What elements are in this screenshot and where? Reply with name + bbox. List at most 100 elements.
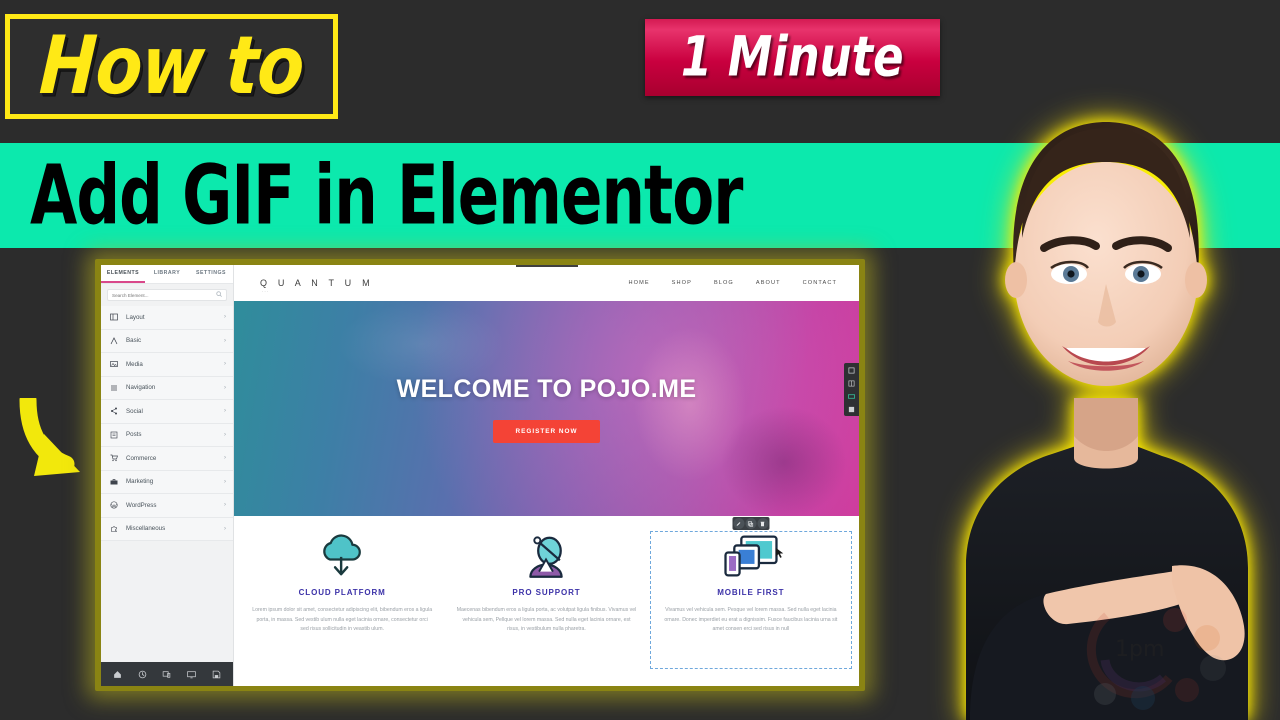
- cloud-download-icon: [316, 530, 368, 582]
- puzzle-icon: [109, 524, 119, 534]
- one-minute-label: 1 Minute: [681, 26, 904, 90]
- site-nav: HOME SHOP BLOG ABOUT CONTACT: [628, 280, 837, 286]
- tab-elements[interactable]: ELEMENTS: [101, 265, 145, 283]
- preview-icon[interactable]: [185, 669, 198, 680]
- chevron-right-icon: ›: [224, 384, 226, 391]
- sidebar-item-wordpress[interactable]: WordPress ›: [101, 494, 233, 518]
- chevron-right-icon: ›: [224, 314, 226, 321]
- chevron-right-icon: ›: [224, 455, 226, 462]
- nav-item-contact[interactable]: CONTACT: [803, 280, 837, 286]
- badge-number: 1: [681, 25, 713, 90]
- feature-body: Maecenas bibendum eros a ligula porta, a…: [456, 607, 637, 633]
- settings-home-icon[interactable]: [111, 669, 124, 680]
- badge-word: Minute: [728, 25, 904, 90]
- sidebar-item-social[interactable]: Social ›: [101, 400, 233, 424]
- sidebar-item-label: WordPress: [126, 501, 157, 509]
- element-category-list: Layout › Basic › Media › Navigation › So…: [101, 306, 233, 662]
- sidebar-item-miscellaneous[interactable]: Miscellaneous ›: [101, 517, 233, 541]
- widget-edit-toolbar: [732, 517, 770, 530]
- hero-section: WELCOME TO POJO.ME REGISTER NOW: [234, 301, 859, 516]
- duplicate-icon[interactable]: [745, 518, 757, 529]
- tab-library[interactable]: LIBRARY: [145, 265, 189, 283]
- feature-title: CLOUD PLATFORM: [298, 588, 386, 597]
- support-person-icon: [520, 530, 572, 582]
- publish-save-icon[interactable]: [210, 669, 223, 680]
- sidebar-item-navigation[interactable]: Navigation ›: [101, 376, 233, 400]
- grid-icon[interactable]: [847, 405, 856, 413]
- mouse-cursor-icon: [775, 546, 784, 564]
- cart-icon: [109, 453, 119, 463]
- share-icon: [109, 406, 119, 416]
- tab-settings[interactable]: SETTINGS: [189, 265, 233, 283]
- chevron-right-icon: ›: [224, 478, 226, 485]
- one-minute-badge: 1 Minute: [645, 19, 940, 96]
- sidebar-item-label: Social: [126, 407, 143, 415]
- sidebar-item-layout[interactable]: Layout ›: [101, 306, 233, 330]
- sidebar-item-media[interactable]: Media ›: [101, 353, 233, 377]
- chevron-right-icon: ›: [224, 361, 226, 368]
- sidebar-item-label: Basic: [126, 337, 142, 345]
- hero-title: WELCOME TO POJO.ME: [396, 374, 697, 403]
- thumbnail-canvas: How to 1 Minute Add GIF in Elementor ELE…: [0, 0, 1280, 720]
- typography-a-icon: [109, 336, 119, 346]
- sidebar-item-commerce[interactable]: Commerce ›: [101, 447, 233, 471]
- search-box[interactable]: [107, 289, 227, 301]
- site-preview: Q U A N T U M ··· HOME SHOP BLOG ABOUT C…: [234, 265, 859, 686]
- sidebar-item-label: Posts: [126, 431, 142, 439]
- sidebar-item-label: Commerce: [126, 454, 157, 462]
- chevron-right-icon: ›: [224, 502, 226, 509]
- edit-pencil-icon[interactable]: [733, 518, 745, 529]
- sidebar-item-label: Media: [126, 360, 143, 368]
- devices-icon: [722, 530, 780, 582]
- how-to-label: How to: [37, 19, 306, 114]
- banner-title: Add GIF in Elementor: [30, 148, 743, 243]
- how-to-badge: How to: [5, 14, 338, 119]
- sidebar-item-basic[interactable]: Basic ›: [101, 329, 233, 353]
- image-icon: [109, 359, 119, 369]
- menu-lines-icon: [109, 383, 119, 393]
- widget-icon[interactable]: [847, 392, 856, 400]
- logo-dots: ···: [262, 289, 269, 294]
- delete-trash-icon[interactable]: [757, 518, 769, 529]
- feature-column-cloud-platform[interactable]: CLOUD PLATFORM Lorem ipsum dolor sit ame…: [240, 530, 444, 670]
- briefcase-icon: [109, 477, 119, 487]
- feature-body: Vivamus vel vehicula sem. Pesque vel lor…: [664, 607, 838, 633]
- site-logo-text: Q U A N T U M: [260, 278, 374, 288]
- site-logo: Q U A N T U M ···: [260, 278, 374, 294]
- responsive-icon[interactable]: [160, 669, 173, 680]
- chevron-right-icon: ›: [224, 337, 226, 344]
- section-icon[interactable]: [847, 366, 856, 374]
- elementor-editor-screenshot: ELEMENTS LIBRARY SETTINGS Layout ›: [101, 265, 859, 686]
- sidebar-item-marketing[interactable]: Marketing ›: [101, 470, 233, 494]
- feature-body: Lorem ipsum dolor sit amet, consectetur …: [252, 607, 433, 633]
- feature-column-pro-support[interactable]: PRO SUPPORT Maecenas bibendum eros a lig…: [444, 530, 648, 670]
- chevron-right-icon: ›: [224, 431, 226, 438]
- column-icon[interactable]: [847, 379, 856, 387]
- nav-item-shop[interactable]: SHOP: [672, 280, 692, 286]
- feature-column-mobile-first[interactable]: MOBILE FIRST Vivamus vel vehicula sem. P…: [649, 517, 853, 670]
- hero-side-toolbar: [844, 363, 859, 416]
- presenter-photo: [926, 6, 1280, 720]
- site-header: Q U A N T U M ··· HOME SHOP BLOG ABOUT C…: [234, 265, 859, 301]
- layout-icon: [109, 312, 119, 322]
- sidebar-item-posts[interactable]: Posts ›: [101, 423, 233, 447]
- search-row: [101, 284, 233, 306]
- sidebar-item-label: Layout: [126, 313, 145, 321]
- sidebar-item-label: Marketing: [126, 478, 154, 486]
- nav-item-blog[interactable]: BLOG: [714, 280, 734, 286]
- nav-item-home[interactable]: HOME: [628, 280, 649, 286]
- features-section: CLOUD PLATFORM Lorem ipsum dolor sit ame…: [234, 516, 859, 670]
- sidebar-item-label: Navigation: [126, 384, 156, 392]
- search-input[interactable]: [112, 292, 222, 298]
- feature-title: PRO SUPPORT: [512, 588, 581, 597]
- nav-item-about[interactable]: ABOUT: [756, 280, 781, 286]
- elementor-panel: ELEMENTS LIBRARY SETTINGS Layout ›: [101, 265, 234, 686]
- wordpress-icon: [109, 500, 119, 510]
- history-icon[interactable]: [136, 669, 149, 680]
- chevron-right-icon: ›: [224, 525, 226, 532]
- sidebar-item-label: Miscellaneous: [126, 525, 166, 533]
- section-marker: [515, 265, 578, 267]
- panel-tabs: ELEMENTS LIBRARY SETTINGS: [101, 265, 233, 284]
- post-icon: [109, 430, 119, 440]
- register-now-button[interactable]: REGISTER NOW: [493, 419, 600, 443]
